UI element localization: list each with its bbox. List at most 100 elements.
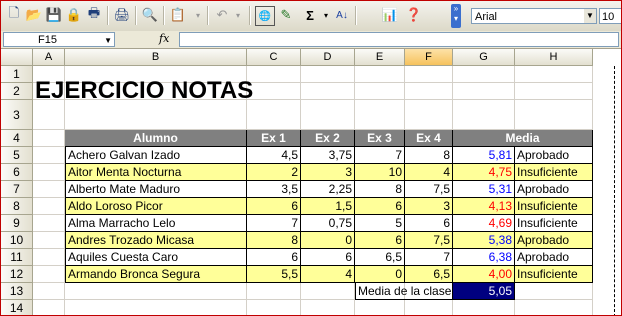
column-header-b[interactable]: B	[65, 49, 247, 66]
cell[interactable]	[33, 164, 65, 181]
cell[interactable]	[453, 100, 515, 130]
column-header-g[interactable]: G	[453, 49, 515, 66]
cell[interactable]	[355, 83, 405, 100]
select-all-corner[interactable]	[1, 49, 33, 66]
grade-ex4[interactable]: 7,5	[405, 232, 453, 249]
student-name[interactable]: Aitor Menta Nocturna	[65, 164, 247, 181]
cell[interactable]	[515, 83, 593, 100]
student-name[interactable]: Alma Marracho Lelo	[65, 215, 247, 232]
chevron-down-icon[interactable]: ▼	[104, 33, 112, 48]
grade-ex2[interactable]: 1,5	[301, 198, 355, 215]
row-header-5[interactable]: 5	[1, 147, 33, 164]
row-header-3[interactable]: 3	[1, 100, 33, 130]
column-header-f[interactable]: F	[405, 49, 453, 66]
cell[interactable]	[33, 283, 65, 300]
name-box[interactable]: F15 ▼	[3, 32, 115, 47]
grade-ex2[interactable]: 2,25	[301, 181, 355, 198]
grade-ex3[interactable]: 10	[355, 164, 405, 181]
row-header-1[interactable]: 1	[1, 66, 33, 83]
undo-dropdown-icon[interactable]: ▾	[229, 6, 247, 24]
column-title-alumno[interactable]: Alumno	[65, 130, 247, 147]
sort-ascending-icon[interactable]: A↓	[333, 6, 351, 24]
result-label[interactable]: Aprobado	[515, 249, 593, 266]
cell[interactable]	[247, 83, 301, 100]
chart-wizard-icon[interactable]: 📊	[381, 6, 399, 24]
cell[interactable]	[33, 249, 65, 266]
cell[interactable]	[247, 100, 301, 130]
help-icon[interactable]: ❓	[405, 6, 423, 24]
media-value[interactable]: 6,38	[453, 249, 515, 266]
media-value[interactable]: 5,31	[453, 181, 515, 198]
result-label[interactable]: Aprobado	[515, 181, 593, 198]
grade-ex4[interactable]: 6	[405, 215, 453, 232]
cell[interactable]	[453, 83, 515, 100]
column-header-h[interactable]: H	[515, 49, 593, 66]
column-header-d[interactable]: D	[301, 49, 355, 66]
formula-input[interactable]	[179, 32, 619, 47]
class-average-label[interactable]: Media de la clase:	[355, 283, 455, 300]
permission-icon[interactable]: 🔒	[65, 6, 83, 24]
drawing-icon[interactable]: ✎	[277, 6, 295, 24]
insert-function-icon[interactable]: fx	[159, 32, 169, 45]
column-header-e[interactable]: E	[355, 49, 405, 66]
student-name[interactable]: Armando Bronca Segura	[65, 266, 247, 283]
paste-icon[interactable]: 📋	[169, 6, 187, 24]
row-header-14[interactable]: 14	[1, 300, 33, 315]
cell[interactable]	[515, 300, 593, 315]
cell[interactable]	[355, 300, 405, 315]
cell[interactable]	[301, 300, 355, 315]
column-title-ex3[interactable]: Ex 3	[355, 130, 405, 147]
cell[interactable]	[65, 300, 247, 315]
grade-ex1[interactable]: 2	[247, 164, 301, 181]
cell[interactable]	[405, 300, 453, 315]
grade-ex1[interactable]: 5,5	[247, 266, 301, 283]
row-header-12[interactable]: 12	[1, 266, 33, 283]
student-name[interactable]: Andres Trozado Micasa	[65, 232, 247, 249]
media-value[interactable]: 4,13	[453, 198, 515, 215]
grade-ex1[interactable]: 3,5	[247, 181, 301, 198]
row-header-9[interactable]: 9	[1, 215, 33, 232]
grade-ex2[interactable]: 4	[301, 266, 355, 283]
cell[interactable]	[515, 66, 593, 83]
media-value[interactable]: 5,81	[453, 147, 515, 164]
student-name[interactable]: Aldo Loroso Picor	[65, 198, 247, 215]
cell[interactable]	[453, 300, 515, 315]
print-preview-icon[interactable]: 🖨	[113, 6, 131, 24]
font-size-field[interactable]: 10	[599, 8, 621, 24]
media-value[interactable]: 4,69	[453, 215, 515, 232]
cell[interactable]	[33, 100, 65, 130]
grade-ex4[interactable]: 6,5	[405, 266, 453, 283]
result-label[interactable]: Aprobado	[515, 147, 593, 164]
column-title-media[interactable]: Media	[453, 130, 593, 147]
column-title-ex2[interactable]: Ex 2	[301, 130, 355, 147]
grade-ex1[interactable]: 4,5	[247, 147, 301, 164]
cell[interactable]	[33, 198, 65, 215]
column-header-a[interactable]: A	[33, 49, 65, 66]
row-header-6[interactable]: 6	[1, 164, 33, 181]
grade-ex2[interactable]: 3	[301, 164, 355, 181]
cell[interactable]	[405, 100, 453, 130]
grade-ex3[interactable]: 8	[355, 181, 405, 198]
sheet-title[interactable]: EJERCICIO NOTAS	[33, 79, 253, 103]
cell[interactable]	[301, 83, 355, 100]
cell[interactable]	[301, 283, 355, 300]
new-icon[interactable]: 🗋	[5, 5, 23, 24]
cell[interactable]	[355, 100, 405, 130]
grade-ex2[interactable]: 0	[301, 232, 355, 249]
grade-ex3[interactable]: 6	[355, 198, 405, 215]
media-value[interactable]: 4,75	[453, 164, 515, 181]
cell[interactable]	[65, 100, 247, 130]
class-average-value[interactable]: 5,05	[453, 283, 515, 300]
grade-ex4[interactable]: 8	[405, 147, 453, 164]
result-label[interactable]: Insuficiente	[515, 198, 593, 215]
cell[interactable]	[453, 66, 515, 83]
cell[interactable]	[33, 232, 65, 249]
grade-ex3[interactable]: 6	[355, 232, 405, 249]
result-label[interactable]: Aprobado	[515, 232, 593, 249]
grade-ex3[interactable]: 0	[355, 266, 405, 283]
grade-ex3[interactable]: 5	[355, 215, 405, 232]
grade-ex4[interactable]: 7,5	[405, 181, 453, 198]
print-icon[interactable]: 🖶	[85, 5, 103, 24]
cell[interactable]	[301, 100, 355, 130]
cell[interactable]	[33, 130, 65, 147]
